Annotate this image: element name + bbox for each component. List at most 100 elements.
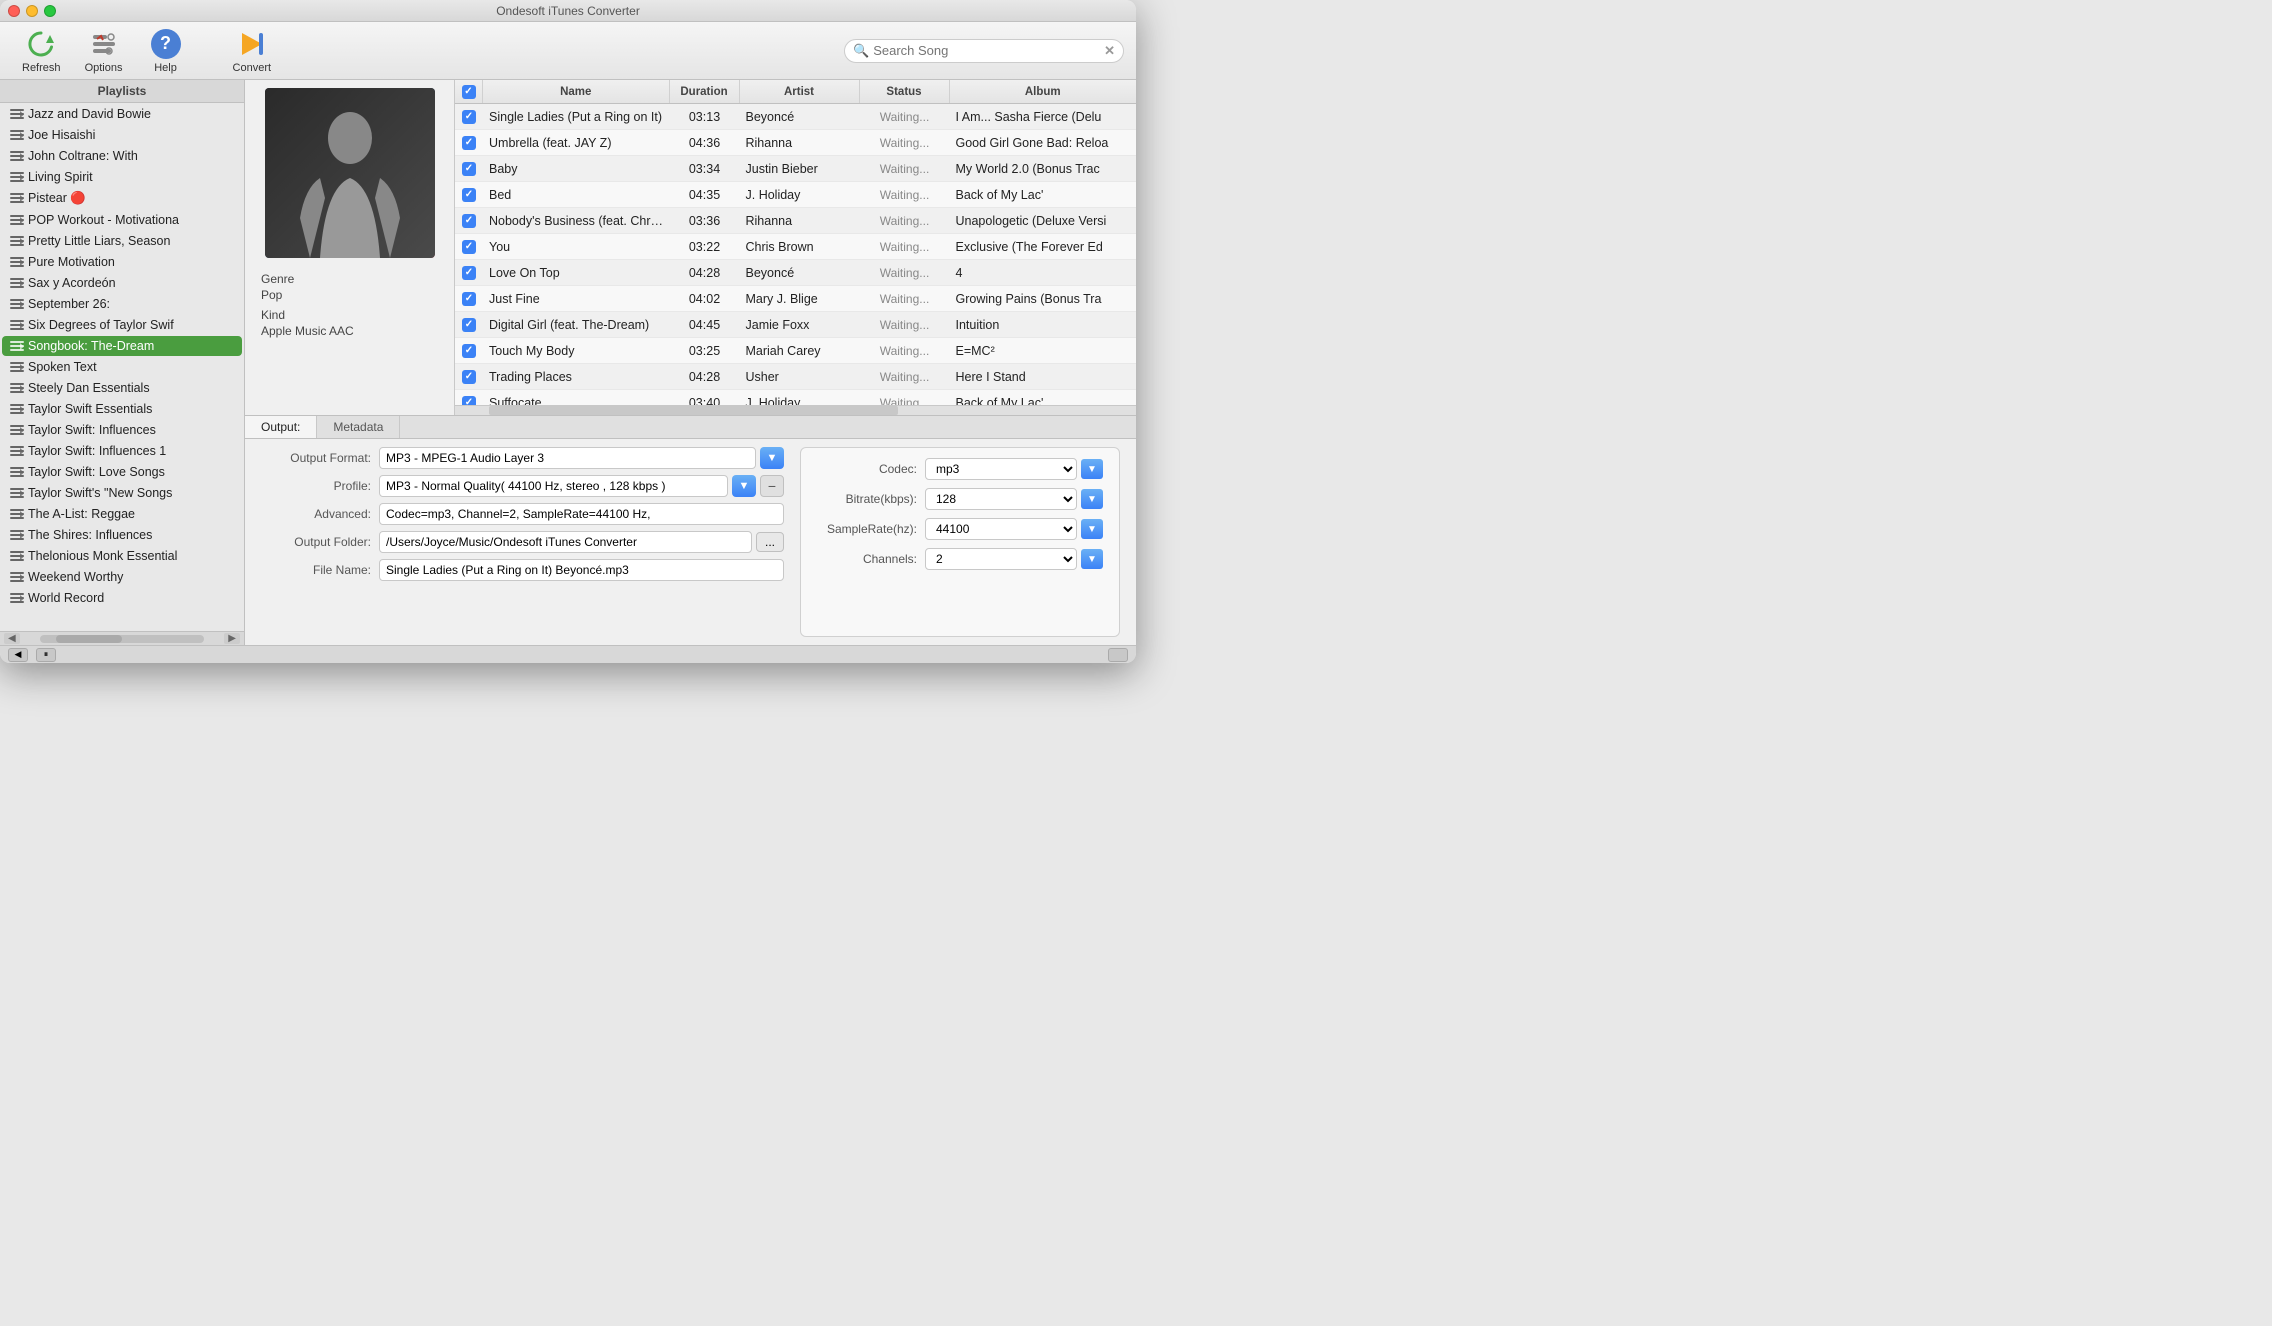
- convert-button[interactable]: Convert: [223, 24, 282, 78]
- checkbox-icon[interactable]: [462, 396, 476, 406]
- sidebar-item-shires-influences[interactable]: The Shires: Influences: [2, 525, 242, 545]
- table-row[interactable]: Just Fine 04:02 Mary J. Blige Waiting...…: [455, 286, 1136, 312]
- checkbox-icon[interactable]: [462, 318, 476, 332]
- checkbox-icon[interactable]: [462, 370, 476, 384]
- bitrate-select[interactable]: 128: [925, 488, 1077, 510]
- sidebar-item-weekend-worthy[interactable]: Weekend Worthy: [2, 567, 242, 587]
- channels-select[interactable]: 2: [925, 548, 1077, 570]
- profile-control: MP3 - Normal Quality( 44100 Hz, stereo ,…: [379, 475, 784, 497]
- sidebar-item-thelonious-monk[interactable]: Thelonious Monk Essential: [2, 546, 242, 566]
- profile-dropdown-btn[interactable]: ▼: [732, 475, 756, 497]
- format-select[interactable]: MP3 - MPEG-1 Audio Layer 3: [379, 447, 756, 469]
- tab-output[interactable]: Output:: [245, 416, 317, 438]
- sidebar-item-spoken-text[interactable]: Spoken Text: [2, 357, 242, 377]
- profile-minus-btn[interactable]: −: [760, 475, 784, 497]
- sidebar-item-taylor-swift-essentials[interactable]: Taylor Swift Essentials: [2, 399, 242, 419]
- sidebar-item-pop-workout[interactable]: POP Workout - Motivationa: [2, 210, 242, 230]
- scroll-right-button[interactable]: ▶: [224, 633, 240, 644]
- checkbox-icon[interactable]: [462, 292, 476, 306]
- sidebar-item-john-coltrane[interactable]: John Coltrane: With: [2, 146, 242, 166]
- maximize-button[interactable]: [44, 5, 56, 17]
- track-checkbox[interactable]: [455, 136, 483, 150]
- sidebar-item-a-list-reggae[interactable]: The A-List: Reggae: [2, 504, 242, 524]
- browse-button[interactable]: ...: [756, 532, 784, 552]
- checkbox-icon[interactable]: [462, 266, 476, 280]
- samplerate-dropdown-btn[interactable]: ▼: [1081, 519, 1103, 539]
- codec-dropdown-btn[interactable]: ▼: [1081, 459, 1103, 479]
- statusbar-pause-btn[interactable]: ⏸: [36, 648, 56, 662]
- filename-input[interactable]: [379, 559, 784, 581]
- sidebar-item-sax-acordeon[interactable]: Sax y Acordeón: [2, 273, 242, 293]
- table-row[interactable]: Single Ladies (Put a Ring on It) 03:13 B…: [455, 104, 1136, 130]
- table-row[interactable]: Digital Girl (feat. The-Dream) 04:45 Jam…: [455, 312, 1136, 338]
- table-row[interactable]: Umbrella (feat. JAY Z) 04:36 Rihanna Wai…: [455, 130, 1136, 156]
- table-row[interactable]: Bed 04:35 J. Holiday Waiting... Back of …: [455, 182, 1136, 208]
- table-row[interactable]: Suffocate 03:40 J. Holiday Waiting... Ba…: [455, 390, 1136, 405]
- track-checkbox[interactable]: [455, 318, 483, 332]
- checkbox-icon[interactable]: [462, 136, 476, 150]
- search-clear-icon[interactable]: ✕: [1104, 43, 1115, 59]
- sidebar-item-taylor-swift-influences[interactable]: Taylor Swift: Influences: [2, 420, 242, 440]
- track-checkbox[interactable]: [455, 396, 483, 406]
- table-row[interactable]: Nobody's Business (feat. Chris Brown) 03…: [455, 208, 1136, 234]
- minimize-button[interactable]: [26, 5, 38, 17]
- track-checkbox[interactable]: [455, 266, 483, 280]
- options-button[interactable]: Options: [75, 24, 133, 78]
- advanced-input[interactable]: [379, 503, 784, 525]
- tab-metadata[interactable]: Metadata: [317, 416, 400, 438]
- help-button[interactable]: ? Help: [137, 24, 195, 78]
- table-row[interactable]: You 03:22 Chris Brown Waiting... Exclusi…: [455, 234, 1136, 260]
- sidebar-item-living-spirit[interactable]: Living Spirit: [2, 167, 242, 187]
- sidebar-item-taylor-swift-love[interactable]: Taylor Swift: Love Songs: [2, 462, 242, 482]
- channels-dropdown-btn[interactable]: ▼: [1081, 549, 1103, 569]
- sidebar-item-six-degrees[interactable]: Six Degrees of Taylor Swif: [2, 315, 242, 335]
- select-all-checkbox[interactable]: [462, 85, 476, 99]
- scroll-left-button[interactable]: ◀: [4, 633, 20, 644]
- checkbox-icon[interactable]: [462, 214, 476, 228]
- sidebar-item-taylor-swifts-new-songs[interactable]: Taylor Swift's "New Songs: [2, 483, 242, 503]
- track-checkbox[interactable]: [455, 162, 483, 176]
- search-input[interactable]: [873, 43, 1100, 58]
- folder-input[interactable]: [379, 531, 752, 553]
- sidebar-item-songbook-the-dream[interactable]: Songbook: The-Dream: [2, 336, 242, 356]
- checkbox-icon[interactable]: [462, 344, 476, 358]
- checkbox-icon[interactable]: [462, 240, 476, 254]
- bitrate-dropdown-btn[interactable]: ▼: [1081, 489, 1103, 509]
- samplerate-select[interactable]: 44100: [925, 518, 1077, 540]
- track-checkbox[interactable]: [455, 214, 483, 228]
- checkbox-icon[interactable]: [462, 188, 476, 202]
- tracks-scrollbar[interactable]: [455, 405, 1136, 415]
- sidebar-item-world-record[interactable]: World Record: [2, 588, 242, 608]
- sidebar-item-taylor-swift-influences-1[interactable]: Taylor Swift: Influences 1: [2, 441, 242, 461]
- sidebar-item-jazz-david-bowie[interactable]: Jazz and David Bowie: [2, 104, 242, 124]
- statusbar-left-btn[interactable]: ◀: [8, 648, 28, 662]
- sidebar-item-september-26[interactable]: September 26:: [2, 294, 242, 314]
- codec-select[interactable]: mp3: [925, 458, 1077, 480]
- track-checkbox[interactable]: [455, 240, 483, 254]
- sidebar-item-joe-hisaishi[interactable]: Joe Hisaishi: [2, 125, 242, 145]
- track-artist: J. Holiday: [740, 188, 860, 202]
- checkbox-icon[interactable]: [462, 162, 476, 176]
- format-dropdown-btn[interactable]: ▼: [760, 447, 784, 469]
- refresh-button[interactable]: Refresh: [12, 24, 71, 78]
- checkbox-icon[interactable]: [462, 110, 476, 124]
- table-row[interactable]: Touch My Body 03:25 Mariah Carey Waiting…: [455, 338, 1136, 364]
- table-row[interactable]: Trading Places 04:28 Usher Waiting... He…: [455, 364, 1136, 390]
- refresh-label: Refresh: [22, 62, 61, 74]
- track-checkbox[interactable]: [455, 188, 483, 202]
- track-checkbox[interactable]: [455, 370, 483, 384]
- track-artist: Rihanna: [740, 214, 860, 228]
- playlist-icon: [10, 467, 24, 478]
- track-checkbox[interactable]: [455, 110, 483, 124]
- sidebar-item-steely-dan[interactable]: Steely Dan Essentials: [2, 378, 242, 398]
- table-row[interactable]: Baby 03:34 Justin Bieber Waiting... My W…: [455, 156, 1136, 182]
- track-checkbox[interactable]: [455, 292, 483, 306]
- sidebar-item-pistear[interactable]: Pistear 🔴: [2, 188, 242, 209]
- track-checkbox[interactable]: [455, 344, 483, 358]
- sidebar-item-pure-motivation[interactable]: Pure Motivation: [2, 252, 242, 272]
- close-button[interactable]: [8, 5, 20, 17]
- sidebar-item-pretty-little-liars[interactable]: Pretty Little Liars, Season: [2, 231, 242, 251]
- table-row[interactable]: Love On Top 04:28 Beyoncé Waiting... 4: [455, 260, 1136, 286]
- profile-select[interactable]: MP3 - Normal Quality( 44100 Hz, stereo ,…: [379, 475, 728, 497]
- statusbar-end-btn[interactable]: [1108, 648, 1128, 662]
